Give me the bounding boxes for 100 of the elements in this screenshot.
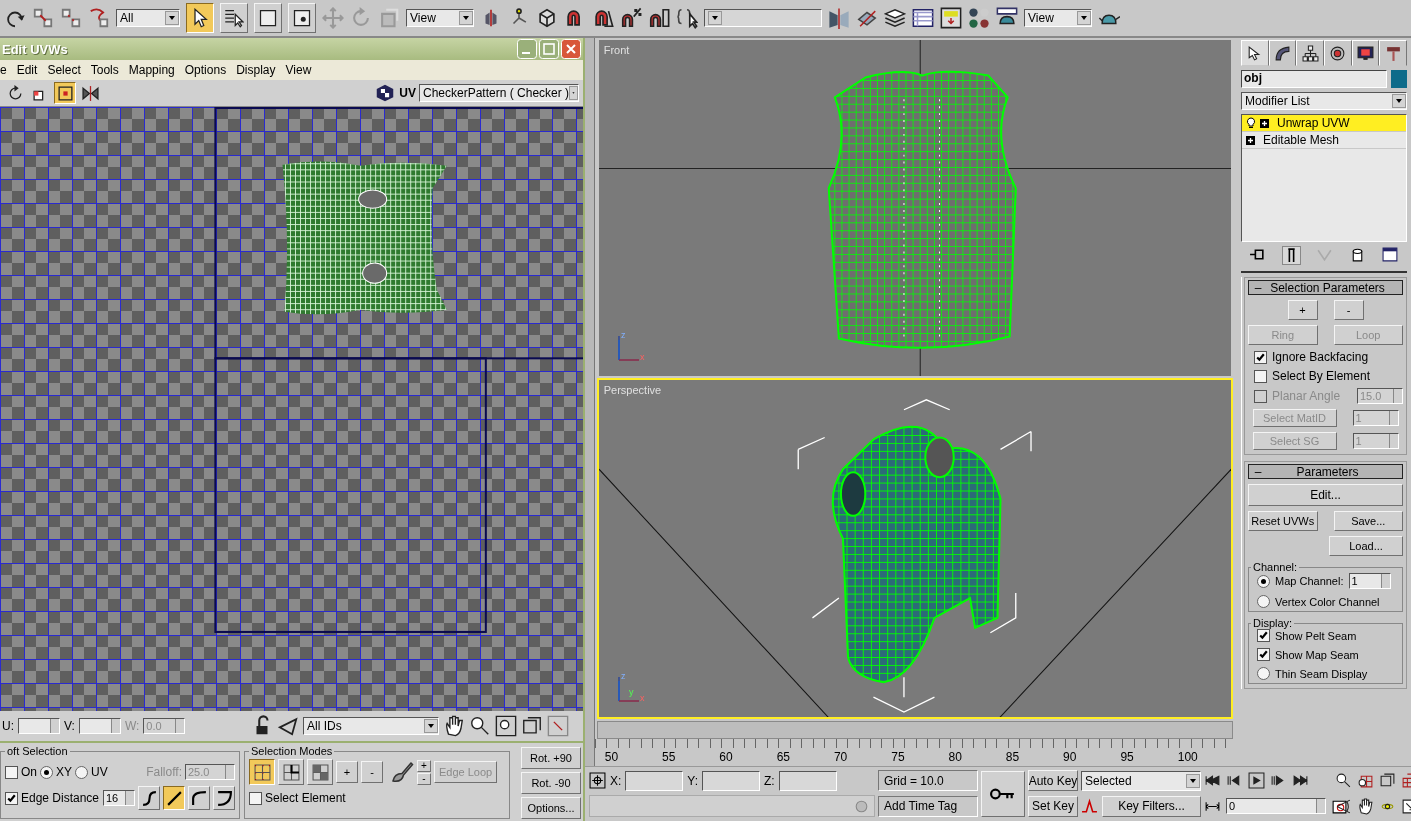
mirror-icon[interactable] (828, 7, 850, 29)
radio-button[interactable] (1257, 595, 1270, 608)
shrink-button[interactable]: - (1333, 300, 1364, 320)
rollout-header[interactable]: – Selection Parameters (1248, 280, 1403, 295)
command-panel-tab[interactable] (1296, 40, 1324, 66)
key-filters-button[interactable]: Key Filters... (1102, 795, 1201, 817)
current-frame-field[interactable]: 0 (1226, 798, 1326, 815)
menu-item[interactable]: e (0, 63, 7, 77)
menu-item[interactable]: Select (47, 63, 81, 77)
paint-shrink-button[interactable]: - (417, 772, 431, 785)
command-panel-tab[interactable] (1268, 40, 1297, 66)
selection-mode-button[interactable] (249, 759, 275, 785)
radio-button[interactable] (1257, 667, 1270, 680)
spinner-snap-icon[interactable] (648, 7, 670, 29)
z-coordinate-field[interactable] (778, 770, 837, 791)
triangle-icon[interactable] (277, 715, 299, 737)
grow-button[interactable]: + (1287, 300, 1318, 320)
checkbox[interactable] (5, 765, 18, 779)
key-mode-dropdown[interactable]: Selected (1081, 770, 1201, 791)
collapse-toggle[interactable]: – (1249, 464, 1267, 479)
braces-cursor-icon[interactable] (676, 7, 698, 29)
paint-grow-button[interactable]: + (417, 759, 431, 772)
curve-editor-icon[interactable] (912, 7, 934, 29)
set-keys-button[interactable] (981, 770, 1025, 817)
zoom-icon[interactable] (1335, 772, 1352, 790)
checkbox[interactable] (1257, 629, 1270, 642)
show-end-result-icon[interactable] (1281, 246, 1301, 265)
color-swatch[interactable] (1391, 70, 1407, 88)
modifier-stack-item[interactable]: Editable Mesh (1242, 132, 1406, 149)
zoom-extents-icon[interactable] (521, 715, 543, 737)
command-panel-tab[interactable] (1351, 40, 1380, 66)
zoom-icon[interactable] (469, 715, 491, 737)
render-view-dropdown[interactable]: View (1024, 9, 1092, 27)
shrink-button[interactable]: - (361, 761, 383, 783)
layers-icon[interactable] (884, 7, 906, 29)
menu-item[interactable]: Tools (90, 63, 119, 77)
rotate-button[interactable]: Rot. +90 (521, 747, 581, 769)
modifier-list-dropdown[interactable]: Modifier List (1241, 92, 1407, 110)
texture-dropdown[interactable]: CheckerPattern ( Checker ) (419, 84, 579, 102)
checkbox[interactable] (1257, 648, 1270, 661)
menu-item[interactable]: Edit (16, 63, 38, 77)
transform-mode-icon[interactable] (589, 772, 606, 790)
angle-snap-icon[interactable] (592, 7, 614, 29)
play-icon[interactable] (1248, 772, 1265, 790)
grow-button[interactable]: + (336, 761, 358, 783)
radio-button[interactable] (75, 765, 89, 779)
expand-icon[interactable] (1246, 135, 1255, 145)
unlink-icon[interactable] (60, 7, 82, 29)
maxscript-listener-field[interactable] (589, 795, 875, 818)
field-of-view-icon[interactable] (1335, 797, 1352, 815)
link-icon[interactable] (32, 7, 54, 29)
options-button[interactable]: Options... (521, 797, 581, 819)
time-slider-track[interactable] (596, 721, 1233, 739)
coordinate-system-dropdown[interactable]: View (406, 9, 474, 27)
selection-filter-dropdown[interactable]: All (116, 9, 180, 27)
x-coordinate-field[interactable] (625, 770, 684, 791)
percent-snap-icon[interactable] (620, 7, 642, 29)
set-key-button[interactable]: Set Key (1028, 795, 1078, 817)
pan-hand-icon[interactable] (1357, 797, 1374, 815)
command-panel-tab[interactable] (1379, 40, 1408, 66)
reset-uvws-button[interactable]: Reset UVWs (1248, 511, 1318, 531)
uv-tool-button[interactable] (54, 82, 76, 104)
menu-item[interactable]: Options (184, 63, 227, 77)
selection-tool-button[interactable] (186, 3, 214, 33)
command-panel-tab[interactable] (1324, 40, 1352, 66)
object-name-field[interactable]: obj (1241, 70, 1387, 88)
named-selection-dropdown[interactable] (704, 9, 822, 27)
checkbox[interactable] (5, 791, 18, 805)
map-channel-field[interactable]: 1 (1348, 573, 1391, 589)
load-button[interactable]: Load... (1329, 536, 1403, 556)
edge-distance-field[interactable]: 16 (103, 790, 135, 806)
paint-brush-icon[interactable] (390, 760, 414, 784)
rotate-button[interactable]: Rot. -90 (521, 772, 581, 794)
save-button[interactable]: Save... (1333, 511, 1403, 531)
lightbulb-icon[interactable] (1246, 117, 1256, 129)
close-icon[interactable] (561, 39, 581, 59)
zoom-region-icon[interactable] (495, 715, 517, 737)
menu-item[interactable]: Mapping (128, 63, 175, 77)
menu-item[interactable]: View (285, 63, 312, 77)
key-curve-icon[interactable] (1081, 797, 1098, 815)
y-coordinate-field[interactable] (702, 770, 761, 791)
material-spheres-icon[interactable] (968, 7, 990, 29)
u-field[interactable] (18, 718, 60, 734)
checkbox[interactable] (1254, 350, 1267, 364)
pan-hand-icon[interactable] (443, 715, 465, 737)
add-time-tag-field[interactable]: Add Time Tag (878, 795, 978, 817)
v-field[interactable] (78, 718, 121, 734)
cube-icon[interactable] (536, 7, 558, 29)
auto-key-button[interactable]: Auto Key (1028, 770, 1078, 792)
menu-item[interactable]: Display (236, 63, 276, 77)
radio-button[interactable] (1257, 574, 1270, 588)
edit-button[interactable]: Edit... (1248, 484, 1403, 506)
falloff-curve-button[interactable] (163, 786, 185, 810)
checkbox[interactable] (249, 791, 262, 805)
collapse-toggle[interactable]: – (1249, 280, 1267, 295)
schematic-icon[interactable] (940, 7, 962, 29)
expand-icon[interactable] (1260, 118, 1269, 128)
rollout-header[interactable]: – Parameters (1248, 464, 1403, 479)
checkbox[interactable] (1254, 369, 1267, 383)
radio-button[interactable] (40, 765, 53, 779)
